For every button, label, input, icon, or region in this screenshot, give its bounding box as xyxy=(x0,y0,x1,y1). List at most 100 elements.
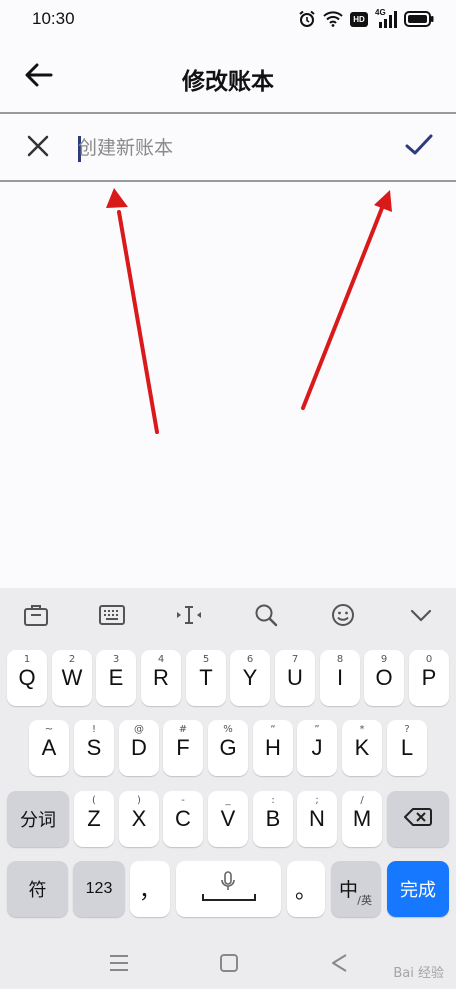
key-a[interactable]: ~ A xyxy=(29,720,69,776)
key-label: 符 xyxy=(28,880,47,900)
key-label: O xyxy=(375,665,393,690)
key-f[interactable]: # F xyxy=(163,720,203,776)
keyboard-icon xyxy=(98,604,126,630)
key-hint: % xyxy=(223,724,233,735)
key-hint: ( xyxy=(92,795,96,806)
watermark: Bai 经验 xyxy=(393,966,444,981)
key-hint: / xyxy=(360,795,364,806)
status-icons: HD 4G xyxy=(298,8,434,28)
key-hint: _ xyxy=(225,795,231,806)
key-hint: “ xyxy=(270,724,276,735)
key-p[interactable]: 0P xyxy=(409,650,449,706)
book-name-input[interactable] xyxy=(78,132,378,164)
edit-row xyxy=(0,114,456,180)
key-z[interactable]: (Z xyxy=(74,791,114,847)
key-label: Q xyxy=(18,665,36,690)
key-hint: 7 xyxy=(291,654,299,665)
home-button[interactable] xyxy=(216,952,242,978)
key-g[interactable]: % G xyxy=(208,720,248,776)
hide-keyboard-button[interactable] xyxy=(406,602,436,632)
clipboard-button[interactable] xyxy=(21,602,51,632)
key-hint: 9 xyxy=(380,654,388,665)
wifi-icon xyxy=(323,11,343,27)
key-e[interactable]: 3E xyxy=(96,650,136,706)
key-n[interactable]: ; N xyxy=(297,791,337,847)
key-u[interactable]: 7U xyxy=(275,650,315,706)
key-hint: 0 xyxy=(425,654,433,665)
close-icon xyxy=(27,135,49,161)
keyboard-switch-button[interactable] xyxy=(97,602,127,632)
backspace-key[interactable] xyxy=(387,791,449,847)
key-hint: : xyxy=(271,795,275,806)
key-j[interactable]: ” J xyxy=(297,720,337,776)
system-nav-bar: Bai 经验 xyxy=(0,940,456,989)
key-hint: ? xyxy=(404,724,410,735)
key-h[interactable]: “H xyxy=(253,720,293,776)
recent-apps-button[interactable] xyxy=(106,952,132,978)
key-t[interactable]: 5T xyxy=(186,650,226,706)
key-label: B xyxy=(265,806,281,831)
key-hint: 8 xyxy=(336,654,344,665)
key-hint: 2 xyxy=(68,654,76,665)
key-label: J xyxy=(311,735,323,760)
key-s[interactable]: ! S xyxy=(74,720,114,776)
comma-key[interactable]: ， xyxy=(130,861,170,917)
key-hint: 5 xyxy=(202,654,210,665)
key-l[interactable]: ? L xyxy=(387,720,427,776)
emoji-button[interactable] xyxy=(328,602,358,632)
key-label: P xyxy=(421,665,437,690)
nav-back-button[interactable] xyxy=(326,952,352,978)
segment-key[interactable]: 分词 xyxy=(7,791,69,847)
key-v[interactable]: _ V xyxy=(208,791,248,847)
key-y[interactable]: 6Y xyxy=(230,650,270,706)
number-key[interactable]: 123 xyxy=(73,861,125,917)
chevron-down-icon xyxy=(410,608,432,627)
key-k[interactable]: * K xyxy=(342,720,382,776)
menu-icon xyxy=(109,954,129,976)
close-button[interactable] xyxy=(24,134,52,162)
key-label: 完成 xyxy=(400,880,436,900)
key-w[interactable]: 2W xyxy=(52,650,92,706)
page-title: 修改账本 xyxy=(182,69,274,95)
key-label: 。 xyxy=(294,878,317,903)
key-i[interactable]: 8I xyxy=(320,650,360,706)
key-c[interactable]: -C xyxy=(163,791,203,847)
emoji-icon xyxy=(331,603,355,631)
done-key[interactable]: 完成 xyxy=(387,861,449,917)
alarm-icon xyxy=(298,10,316,28)
key-label: F xyxy=(176,735,190,760)
period-key[interactable]: 。 xyxy=(287,861,325,917)
key-label: D xyxy=(131,735,147,760)
key-x[interactable]: ) X xyxy=(119,791,159,847)
key-label: N xyxy=(309,806,325,831)
key-label: K xyxy=(354,735,370,760)
key-label: ， xyxy=(138,878,161,903)
cursor-icon xyxy=(174,604,204,630)
space-key[interactable] xyxy=(176,861,281,917)
key-label: G xyxy=(219,735,237,760)
confirm-button[interactable] xyxy=(402,132,436,162)
key-q[interactable]: 1Q xyxy=(7,650,47,706)
annotation-arrows xyxy=(106,188,392,434)
key-hint: 6 xyxy=(246,654,254,665)
search-button[interactable] xyxy=(251,602,281,632)
app-header: 修改账本 xyxy=(0,46,456,112)
key-b[interactable]: :B xyxy=(253,791,293,847)
status-bar: 10:30 HD 4G xyxy=(0,0,456,40)
key-label: X xyxy=(131,806,147,831)
status-time: 10:30 xyxy=(32,9,75,28)
symbol-key[interactable]: 符 xyxy=(7,861,68,917)
key-label: 分词 xyxy=(20,810,56,830)
key-hint: ! xyxy=(91,724,96,735)
key-o[interactable]: 9O xyxy=(364,650,404,706)
key-hint: ; xyxy=(315,795,319,806)
key-label: M xyxy=(352,806,372,831)
key-m[interactable]: / M xyxy=(342,791,382,847)
key-label: R xyxy=(153,665,169,690)
search-icon xyxy=(254,603,278,631)
language-key[interactable]: 中 /英 xyxy=(331,861,381,917)
cursor-button[interactable] xyxy=(174,602,204,632)
key-d[interactable]: @ D xyxy=(119,720,159,776)
left-arrow-annotation xyxy=(106,188,159,434)
key-r[interactable]: 4R xyxy=(141,650,181,706)
